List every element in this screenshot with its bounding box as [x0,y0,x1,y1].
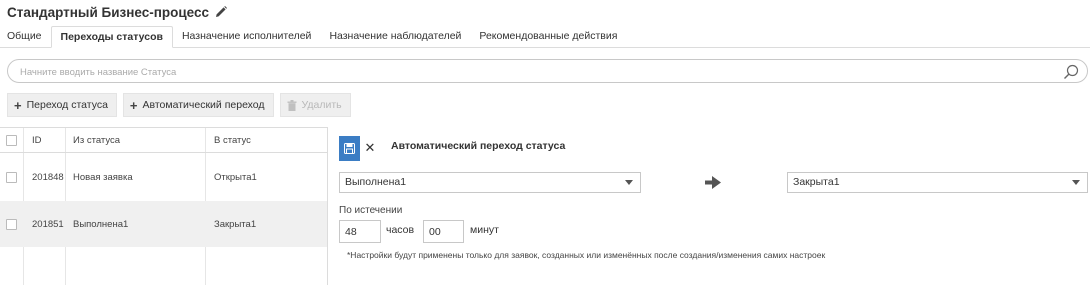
to-status-value: Закрыта1 [793,176,840,188]
close-button[interactable]: ✕ [362,140,378,156]
add-auto-transition-label: Автоматический переход [142,99,265,111]
hours-unit-label: часов [386,224,415,236]
row-to-status: Открыта1 [214,171,257,183]
select-all-cell [0,128,23,152]
tab-assignees[interactable]: Назначение исполнителей [173,26,320,48]
tab-status-transitions[interactable]: Переходы статусов [50,26,173,48]
column-header-to[interactable]: В статус [205,128,327,152]
tab-bar: Общие Переходы статусов Назначение испол… [0,26,1090,48]
arrow-right-icon [705,176,721,189]
toolbar: + Переход статуса + Автоматический перех… [7,93,351,117]
from-status-value: Выполнена1 [345,176,407,188]
search-icon[interactable] [1063,64,1079,80]
table-header: ID Из статуса В статус [0,128,327,153]
trash-icon [287,99,297,111]
row-checkbox-cell [0,153,23,201]
row-to-status: Закрыта1 [214,218,257,230]
column-header-from[interactable]: Из статуса [65,128,205,152]
minutes-unit-label: минут [470,224,499,236]
expiry-label: По истечении [339,205,403,216]
row-id: 201848 [32,171,64,183]
plus-icon: + [14,97,22,113]
floppy-icon [344,143,355,154]
row-checkbox[interactable] [6,171,17,183]
panel-title: Автоматический переход статуса [391,140,566,152]
search-input[interactable] [20,64,1050,80]
chevron-down-icon [625,180,633,185]
tab-general[interactable]: Общие [0,26,51,48]
tab-recommended-actions[interactable]: Рекомендованные действия [470,26,626,48]
delete-label: Удалить [301,99,342,111]
row-id: 201851 [32,218,64,230]
pencil-icon[interactable] [214,5,228,19]
search-bar [7,59,1088,83]
save-button[interactable] [339,136,360,161]
row-from-status: Новая заявка [73,171,133,183]
plus-icon: + [129,97,138,113]
minutes-input[interactable] [423,220,464,243]
row-checkbox[interactable] [6,218,17,230]
table-row[interactable]: 201848 Новая заявка Открыта1 [0,153,327,201]
delete-button[interactable]: Удалить [279,93,351,117]
from-status-select[interactable]: Выполнена1 [339,172,641,193]
add-transition-button[interactable]: + Переход статуса [7,93,117,117]
row-checkbox-cell [0,201,23,247]
transitions-table: ID Из статуса В статус 201848 Новая заяв… [0,127,328,285]
select-all-checkbox[interactable] [6,134,17,146]
row-from-status: Выполнена1 [73,218,129,230]
column-header-id[interactable]: ID [23,128,65,152]
to-status-select[interactable]: Закрыта1 [787,172,1088,193]
settings-note: *Настройки будут применены только для за… [347,250,826,260]
add-auto-transition-button[interactable]: + Автоматический переход [122,93,274,117]
page-header: Стандартный Бизнес-процесс [7,2,228,22]
table-row-selected[interactable]: 201851 Выполнена1 Закрыта1 [0,201,327,247]
close-icon: ✕ [364,140,376,155]
add-transition-label: Переход статуса [26,99,108,111]
tab-observers[interactable]: Назначение наблюдателей [320,26,470,48]
chevron-down-icon [1072,180,1080,185]
hours-input[interactable] [339,220,381,243]
page-title: Стандартный Бизнес-процесс [7,4,210,20]
